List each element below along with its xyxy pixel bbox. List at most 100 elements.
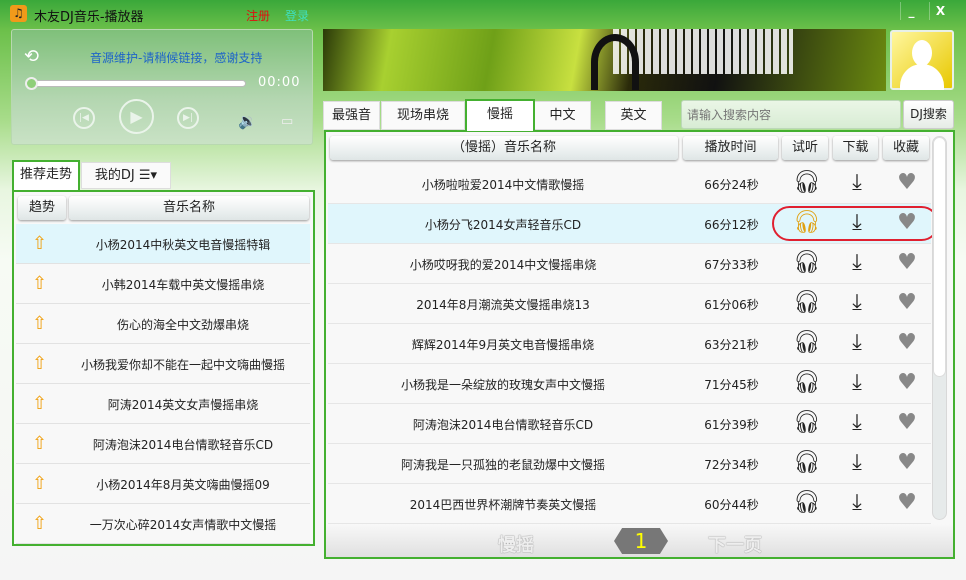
page-number[interactable]: 1	[614, 528, 668, 554]
tab-recommended[interactable]: 推荐走势	[12, 160, 80, 190]
list-item[interactable]: ⇧ 阿涛2014英文女声慢摇串烧	[16, 384, 310, 424]
trend-up-icon: ⇧	[32, 313, 48, 334]
progress-knob[interactable]	[25, 77, 38, 90]
headphones-icon[interactable]: 🎧︎	[784, 370, 830, 395]
headphones-icon[interactable]: 🎧︎	[784, 290, 830, 315]
tab-4[interactable]: 英文	[605, 101, 662, 130]
heart-icon[interactable]: ♥	[884, 410, 930, 435]
pagination-bar: 慢摇 1 下一页	[326, 524, 953, 557]
song-name: 小杨啦啦爱2014中文情歌慢摇	[421, 178, 585, 192]
dj-search-button[interactable]: DJ搜索	[903, 100, 954, 129]
previous-button[interactable]: |◀	[73, 107, 95, 129]
download-icon[interactable]: ⤓	[834, 170, 880, 195]
heart-icon[interactable]: ♥	[884, 170, 930, 195]
login-link[interactable]: 登录	[285, 7, 309, 24]
song-duration: 72分34秒	[704, 458, 759, 472]
time-display: 00:00	[258, 75, 301, 90]
download-icon[interactable]: ⤓	[834, 490, 880, 515]
heart-icon[interactable]: ♥	[884, 330, 930, 355]
menu-icon[interactable]: ☰▾	[139, 168, 157, 183]
headphones-icon[interactable]: 🎧︎	[784, 170, 830, 195]
download-icon[interactable]: ⤓	[834, 250, 880, 275]
list-item[interactable]: ⇧ 阿涛泡沫2014电台情歌轻音乐CD	[16, 424, 310, 464]
minimize-button[interactable]: _	[900, 2, 922, 20]
table-row[interactable]: 小杨啦啦爱2014中文情歌慢摇 66分24秒 🎧︎ ⤓ ♥	[328, 164, 931, 204]
tab-0[interactable]: 最强音	[323, 101, 380, 130]
download-icon[interactable]: ⤓	[834, 290, 880, 315]
heart-icon[interactable]: ♥	[884, 490, 930, 515]
song-name: 阿涛2014英文女声慢摇串烧	[107, 398, 259, 412]
song-duration: 71分45秒	[704, 378, 759, 392]
headphones-graphic	[591, 34, 639, 90]
folder-icon[interactable]: ▭	[281, 114, 293, 129]
table-row[interactable]: 小杨我是一朵绽放的玫瑰女声中文慢摇 71分45秒 🎧︎ ⤓ ♥	[328, 364, 931, 404]
heart-icon[interactable]: ♥	[884, 450, 930, 475]
avatar[interactable]	[890, 30, 954, 90]
window-title: 木友DJ音乐-播放器	[34, 10, 144, 25]
song-name: 一万次心碎2014女声情歌中文慢摇	[89, 518, 277, 532]
song-duration: 61分06秒	[704, 298, 759, 312]
play-button[interactable]: ▶	[119, 99, 154, 134]
table-row[interactable]: 阿涛泡沫2014电台情歌轻音乐CD 61分39秒 🎧︎ ⤓ ♥	[328, 404, 931, 444]
tab-2[interactable]: 慢摇	[465, 99, 535, 131]
table-row[interactable]: 2014巴西世界杯潮牌节奏英文慢摇 60分44秒 🎧︎ ⤓ ♥	[328, 484, 931, 524]
header-favorite[interactable]: 收藏	[883, 136, 929, 160]
header-download[interactable]: 下载	[833, 136, 878, 160]
header-duration[interactable]: 播放时间	[683, 136, 778, 160]
header-name[interactable]: （慢摇）音乐名称	[330, 136, 678, 160]
table-row[interactable]: 小杨哎呀我的爱2014中文慢摇串烧 67分33秒 🎧︎ ⤓ ♥	[328, 244, 931, 284]
list-item[interactable]: ⇧ 小杨我爱你却不能在一起中文嗨曲慢摇	[16, 344, 310, 384]
heart-icon[interactable]: ♥	[884, 370, 930, 395]
banner-image	[323, 29, 886, 91]
list-item[interactable]: ⇧ 小杨2014年8月英文嗨曲慢摇09	[16, 464, 310, 504]
progress-slider[interactable]	[25, 77, 246, 90]
search-input[interactable]	[681, 100, 901, 129]
table-row[interactable]: 阿涛我是一只孤独的老鼠劲爆中文慢摇 72分34秒 🎧︎ ⤓ ♥	[328, 444, 931, 484]
next-button[interactable]: ▶|	[177, 107, 199, 129]
header-music-name[interactable]: 音乐名称	[69, 196, 309, 220]
trend-up-icon: ⇧	[32, 273, 48, 294]
song-duration: 63分21秒	[704, 338, 759, 352]
list-item[interactable]: ⇧ 伤心的海全中文劲爆串烧	[16, 304, 310, 344]
trend-up-icon: ⇧	[32, 393, 48, 414]
list-item[interactable]: ⇧ 小杨2014中秋英文电音慢摇特辑	[16, 224, 310, 264]
song-name: 小杨哎呀我的爱2014中文慢摇串烧	[409, 258, 597, 272]
download-icon[interactable]: ⤓	[834, 410, 880, 435]
list-item[interactable]: ⇧ 一万次心碎2014女声情歌中文慢摇	[16, 504, 310, 544]
next-page-button[interactable]: 下一页	[708, 531, 762, 557]
category-button[interactable]: 慢摇	[498, 531, 534, 557]
download-icon[interactable]: ⤓	[834, 330, 880, 355]
song-name: 阿涛我是一只孤独的老鼠劲爆中文慢摇	[400, 458, 605, 472]
tab-label: 我的DJ	[94, 168, 135, 183]
register-link[interactable]: 注册	[246, 7, 270, 24]
repeat-icon[interactable]: ⟲	[24, 46, 39, 67]
list-item[interactable]: ⇧ 小韩2014车载中英文慢摇串烧	[16, 264, 310, 304]
table-row[interactable]: 辉辉2014年9月英文电音慢摇串烧 63分21秒 🎧︎ ⤓ ♥	[328, 324, 931, 364]
header-listen[interactable]: 试听	[782, 136, 828, 160]
scrollbar[interactable]	[932, 136, 947, 520]
download-icon[interactable]: ⤓	[834, 370, 880, 395]
trend-up-icon: ⇧	[32, 233, 48, 254]
song-duration: 66分12秒	[704, 218, 759, 232]
song-name: 小杨分飞2014女声轻音乐CD	[424, 218, 582, 232]
trend-up-icon: ⇧	[32, 473, 48, 494]
heart-icon[interactable]: ♥	[884, 290, 930, 315]
headphones-icon[interactable]: 🎧︎	[784, 490, 830, 515]
headphones-icon[interactable]: 🎧︎	[784, 330, 830, 355]
tab-3[interactable]: 中文	[534, 101, 591, 130]
table-row[interactable]: 2014年8月潮流英文慢摇串烧13 61分06秒 🎧︎ ⤓ ♥	[328, 284, 931, 324]
close-button[interactable]: X	[929, 2, 951, 20]
status-text: 音源维护-请稍候链接，感谢支持	[90, 51, 263, 65]
headphones-icon[interactable]: 🎧︎	[784, 250, 830, 275]
scrollbar-thumb[interactable]	[933, 137, 946, 377]
tab-1[interactable]: 现场串烧	[381, 101, 465, 130]
player-panel: ⟲ 音源维护-请稍候链接，感谢支持 00:00 |◀ ▶ ▶| 🔉 ▭	[11, 29, 313, 145]
headphones-icon[interactable]: 🎧︎	[784, 410, 830, 435]
header-trend[interactable]: 趋势	[18, 196, 66, 220]
download-icon[interactable]: ⤓	[834, 450, 880, 475]
trend-up-icon: ⇧	[32, 433, 48, 454]
volume-icon[interactable]: 🔉	[238, 112, 257, 130]
tab-my-dj[interactable]: 我的DJ ☰▾	[81, 162, 171, 189]
headphones-icon[interactable]: 🎧︎	[784, 450, 830, 475]
heart-icon[interactable]: ♥	[884, 250, 930, 275]
